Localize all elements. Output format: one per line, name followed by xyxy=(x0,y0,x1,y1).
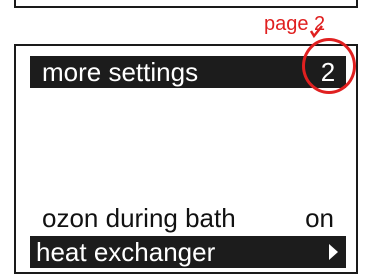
right-arrow-icon xyxy=(329,244,338,260)
menu-item-value: on xyxy=(305,203,334,233)
menu-item-label: heat exchanger xyxy=(36,237,216,267)
menu-item-heat-exchanger[interactable]: heat exchanger xyxy=(30,236,346,268)
menu-item-ozon-during-bath[interactable]: ozon during bath on xyxy=(30,202,346,234)
menu-header: more settings 2 xyxy=(30,56,346,88)
menu-item-label: ozon during bath xyxy=(42,203,236,233)
page-number-highlight-circle xyxy=(302,38,356,94)
menu-title: more settings xyxy=(42,57,199,87)
